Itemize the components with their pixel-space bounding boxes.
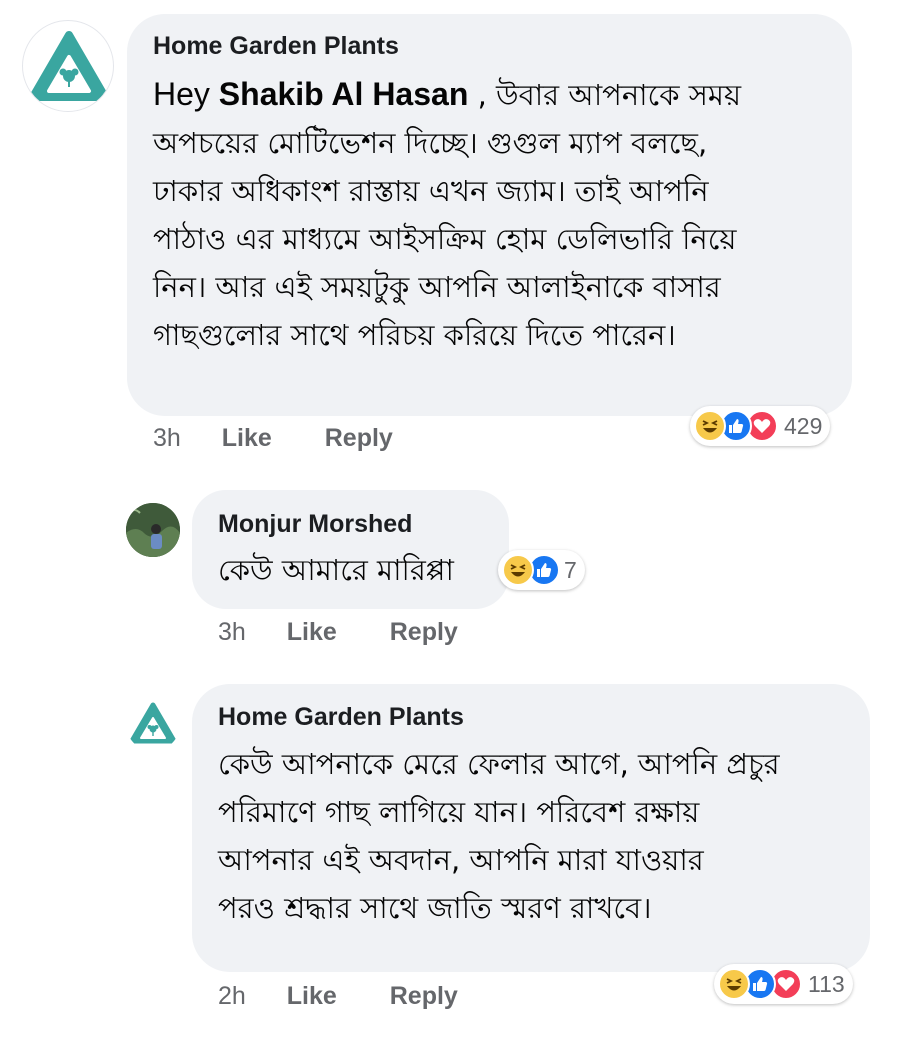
comment-line-text: , উবার আপনাকে সময়: [468, 78, 742, 112]
comment-text: Hey Shakib Al Hasan , উবার আপনাকে সময় অ…: [153, 70, 741, 359]
comment-author[interactable]: Home Garden Plants: [153, 32, 399, 61]
reply-button[interactable]: Reply: [325, 424, 393, 452]
comment-line: গাছগুলোর সাথে পরিচয় করিয়ে দিতে পারেন।: [153, 318, 676, 352]
like-button[interactable]: Like: [287, 982, 337, 1010]
comment-line: Hey Shakib Al Hasan , উবার আপনাকে সময়: [153, 70, 741, 119]
home-garden-logo-icon: [29, 31, 109, 101]
comment-text: কেউ আমারে মারিপ্পা: [218, 546, 454, 594]
like-button[interactable]: Like: [222, 424, 272, 452]
comment-timestamp[interactable]: 2h: [218, 982, 246, 1010]
comment-text: কেউ আপনাকে মেরে ফেলার আগে, আপনি প্রচুর প…: [218, 740, 780, 932]
reaction-summary[interactable]: 113: [714, 964, 853, 1004]
mention-link[interactable]: Shakib Al Hasan: [219, 76, 469, 112]
person-photo-icon: [126, 503, 180, 557]
comment-line: নিন। আর এই সময়টুকু আপনি আলাইনাকে বাসার: [153, 270, 721, 304]
reaction-count: 429: [784, 412, 823, 439]
haha-icon: [718, 968, 750, 1000]
comment-actions: 3h Like Reply: [218, 618, 458, 647]
reaction-count: 7: [564, 556, 577, 583]
reply-button[interactable]: Reply: [390, 982, 458, 1010]
page-avatar[interactable]: [22, 20, 114, 112]
comment-author[interactable]: Home Garden Plants: [218, 703, 464, 732]
comment-line: আপনার এই অবদান, আপনি মারা যাওয়ার: [218, 843, 704, 877]
like-button[interactable]: Like: [287, 618, 337, 646]
comment-line: ঢাকার অধিকাংশ রাস্তায় এখন জ্যাম। তাই আপ…: [153, 174, 709, 208]
comment-line: পরিমাণে গাছ লাগিয়ে যান। পরিবেশ রক্ষায়: [218, 795, 700, 829]
haha-icon: [694, 410, 726, 442]
comment-author[interactable]: Monjur Morshed: [218, 510, 412, 539]
comment-line: পাঠাও এর মাধ্যমে আইসক্রিম হোম ডেলিভারি ন…: [153, 222, 737, 256]
comment-actions: 2h Like Reply: [218, 982, 458, 1011]
comment-timestamp[interactable]: 3h: [153, 424, 181, 452]
comment-line: অপচয়ের মোটিভেশন দিচ্ছে। গুগুল ম্যাপ বলছ…: [153, 126, 708, 160]
comment-line: কেউ আমারে মারিপ্পা: [218, 553, 454, 587]
haha-icon: [502, 554, 534, 586]
greeting-text: Hey: [153, 76, 219, 112]
reaction-summary[interactable]: 429: [690, 406, 831, 446]
comment-actions: 3h Like Reply: [153, 424, 393, 453]
comment-timestamp[interactable]: 3h: [218, 618, 246, 646]
page-avatar[interactable]: [126, 697, 180, 751]
user-avatar[interactable]: [126, 503, 180, 557]
comment-line: কেউ আপনাকে মেরে ফেলার আগে, আপনি প্রচুর: [218, 747, 780, 781]
home-garden-logo-icon: [129, 702, 177, 744]
reaction-summary[interactable]: 7: [498, 550, 585, 590]
reply-button[interactable]: Reply: [390, 618, 458, 646]
comment-line: পরও শ্রদ্ধার সাথে জাতি স্মরণ রাখবে।: [218, 891, 652, 925]
reaction-count: 113: [808, 970, 845, 997]
